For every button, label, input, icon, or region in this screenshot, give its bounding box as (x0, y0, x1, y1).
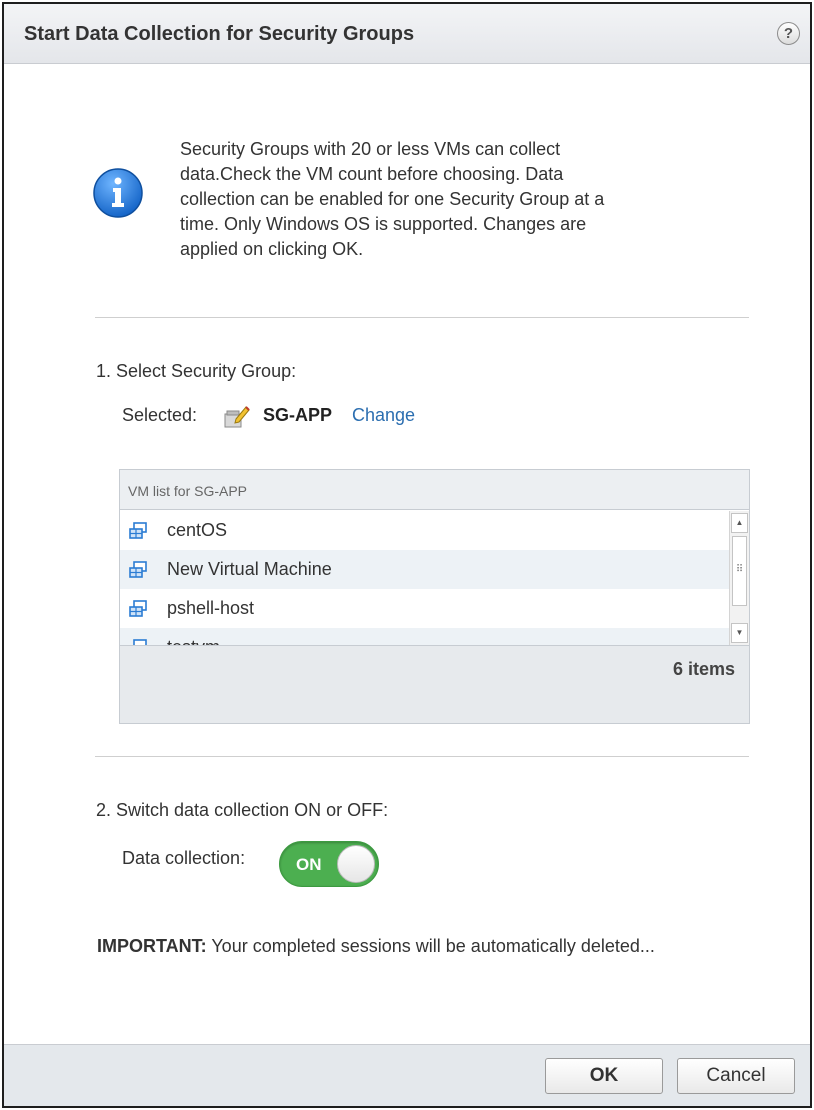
dialog-footer: OK Cancel (4, 1044, 810, 1106)
info-message: Security Groups with 20 or less VMs can … (180, 137, 680, 262)
important-text: Your completed sessions will be automati… (206, 936, 655, 956)
vm-list-footer: 6 items (120, 645, 749, 723)
data-collection-toggle[interactable]: ON (279, 841, 379, 887)
info-line: collection can be enabled for one Securi… (180, 189, 605, 209)
step2-label: 2. Switch data collection ON or OFF: (96, 800, 389, 820)
info-icon (93, 168, 143, 218)
vm-name: centOS (167, 520, 228, 540)
scroll-up-arrow-icon[interactable]: ▲ (731, 513, 748, 533)
scroll-down-arrow-icon[interactable]: ▼ (731, 623, 748, 643)
vm-list-panel: VM list for SG-APP centOS New Virtual Ma… (119, 469, 750, 724)
section-divider (95, 756, 749, 757)
scroll-thumb[interactable]: ⠿ (732, 536, 747, 606)
security-group-edit-icon (224, 406, 250, 428)
step1-label: 1. Select Security Group: (96, 361, 297, 381)
info-line: applied on clicking OK. (180, 239, 364, 259)
list-item[interactable]: centOS (120, 511, 729, 550)
important-notice: IMPORTANT: Your completed sessions will … (97, 936, 655, 957)
toggle-knob (337, 845, 375, 883)
vm-list-scrollbar[interactable]: ▲ ⠿ ▼ (729, 511, 749, 645)
list-item[interactable]: testvm (120, 628, 729, 645)
dialog-title: Start Data Collection for Security Group… (24, 23, 415, 45)
vm-list[interactable]: centOS New Virtual Machine pshell-host (120, 511, 729, 645)
section-divider (95, 317, 749, 318)
list-item[interactable]: pshell-host (120, 589, 729, 628)
vm-icon (129, 561, 147, 578)
vm-name: pshell-host (167, 598, 255, 618)
start-data-collection-dialog: Start Data Collection for Security Group… (2, 2, 812, 1108)
selected-label: Selected: (122, 405, 198, 425)
info-line: time. Only Windows OS is supported. Chan… (180, 214, 587, 234)
vm-list-header: VM list for SG-APP (120, 470, 749, 510)
vm-name: testvm (167, 637, 220, 645)
important-prefix: IMPORTANT: (97, 936, 207, 956)
change-link[interactable]: Change (352, 405, 415, 426)
info-line: data.Check the VM count before choosing.… (180, 164, 564, 184)
list-item[interactable]: New Virtual Machine (120, 550, 729, 589)
selected-security-group: SG-APP (263, 405, 333, 425)
help-button[interactable]: ? (777, 22, 800, 45)
vm-icon (129, 600, 147, 617)
data-collection-label: Data collection: (122, 848, 246, 868)
ok-button[interactable]: OK (545, 1058, 663, 1094)
cancel-button[interactable]: Cancel (677, 1058, 795, 1094)
vm-icon (129, 522, 147, 539)
vm-name: New Virtual Machine (167, 559, 332, 579)
info-line: Security Groups with 20 or less VMs can … (180, 139, 561, 159)
toggle-state-text: ON (296, 855, 322, 874)
items-count: 6 items (672, 659, 735, 679)
dialog-titlebar: Start Data Collection for Security Group… (4, 4, 810, 64)
